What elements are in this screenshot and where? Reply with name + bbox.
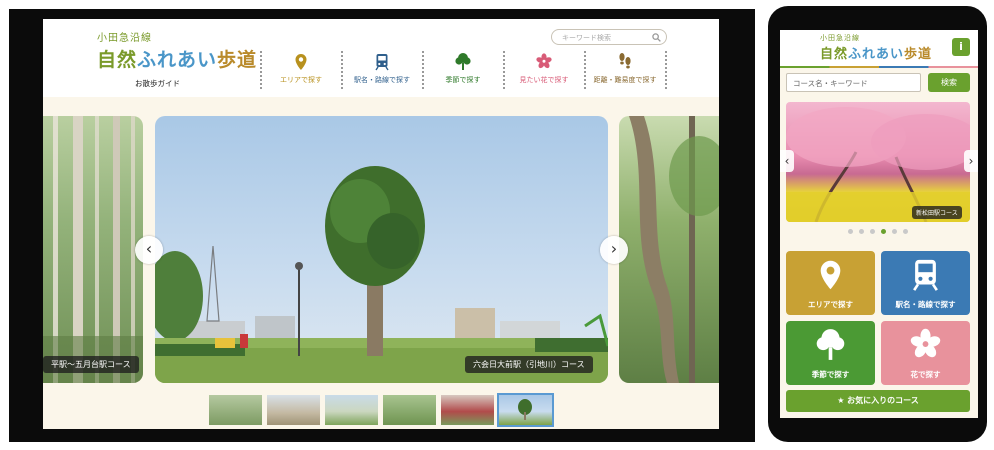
logo-subtitle: 小田急沿線 bbox=[820, 34, 860, 42]
map-pin-icon bbox=[295, 54, 307, 70]
forest-path-image bbox=[629, 116, 719, 383]
carousel-prev-slide[interactable]: 平駅〜五月台駅コース bbox=[43, 116, 143, 383]
search-placeholder: キーワード検索 bbox=[562, 34, 611, 42]
carousel-dot[interactable] bbox=[892, 229, 897, 234]
slide-caption: 新松田駅コース bbox=[912, 206, 962, 219]
train-icon bbox=[375, 54, 389, 71]
nav-distance-search[interactable]: 距離・難易度で探す bbox=[585, 51, 665, 91]
nav-label: 距離・難易度で探す bbox=[593, 76, 657, 84]
mobile-screen: 小田急沿線 自然ふれあい歩道 i コース名・キーワード 検索 新松田駅コース ‹… bbox=[780, 30, 978, 418]
flower-icon bbox=[910, 328, 941, 358]
tile-station-search[interactable]: 駅名・路線で探す bbox=[881, 251, 970, 315]
star-icon: ★ bbox=[837, 396, 848, 405]
nav-separator bbox=[665, 51, 667, 89]
logo-text-a: 自然 bbox=[820, 47, 849, 62]
logo-text-b: ふれあい bbox=[848, 47, 905, 62]
tile-label: エリアで探す bbox=[808, 300, 853, 309]
logo-subtitle: 小田急沿線 bbox=[97, 33, 152, 44]
nav-label: 季節で探す bbox=[445, 76, 481, 84]
tile-season-search[interactable]: 季節で探す bbox=[786, 321, 875, 385]
tile-label: 花で探す bbox=[910, 370, 941, 379]
carousel-next-button[interactable]: › bbox=[600, 236, 628, 264]
nav-station-search[interactable]: 駅名・路線で探す bbox=[342, 51, 422, 91]
carousel-thumbnail[interactable] bbox=[325, 395, 378, 425]
mobile-prev-button[interactable]: ‹ bbox=[780, 150, 794, 172]
bamboo-forest-image bbox=[43, 116, 143, 383]
search-icon[interactable] bbox=[652, 33, 661, 42]
footprints-icon bbox=[619, 53, 631, 69]
tile-area-search[interactable]: エリアで探す bbox=[786, 251, 875, 315]
mobile-logo[interactable]: 小田急沿線 自然ふれあい歩道 bbox=[820, 33, 932, 62]
nav-flower-search[interactable]: 見たい花で探す bbox=[504, 51, 584, 91]
tree-icon bbox=[455, 53, 471, 70]
carousel-thumbnail-active[interactable] bbox=[497, 393, 554, 427]
mobile-next-button[interactable]: › bbox=[964, 150, 978, 172]
train-icon bbox=[913, 259, 938, 291]
map-pin-icon bbox=[820, 260, 841, 290]
logo-text-c: 歩道 bbox=[904, 47, 933, 62]
big-tree-park-image bbox=[155, 166, 608, 383]
carousel-thumbnail[interactable] bbox=[383, 395, 436, 425]
header-color-stripe bbox=[780, 66, 978, 68]
carousel-thumbnail[interactable] bbox=[441, 395, 494, 425]
carousel-main-slide[interactable]: 六会日大前駅（引地川）コース bbox=[155, 116, 608, 383]
nav-label: 駅名・路線で探す bbox=[354, 76, 410, 84]
flower-icon bbox=[536, 53, 552, 69]
favorites-label: お気に入りのコース bbox=[847, 396, 919, 405]
carousel-dot[interactable] bbox=[870, 229, 875, 234]
carousel-dot[interactable] bbox=[903, 229, 908, 234]
site-header: 小田急沿線 自然ふれあい歩道 お散歩ガイド キーワード検索 エリアで探す 駅名・… bbox=[43, 19, 719, 97]
nav-area-search[interactable]: エリアで探す bbox=[261, 51, 341, 91]
nav-season-search[interactable]: 季節で探す bbox=[423, 51, 503, 91]
logo-text-b: ふれあい bbox=[137, 49, 218, 71]
carousel-thumbnail[interactable] bbox=[267, 395, 320, 425]
mobile-header: 小田急沿線 自然ふれあい歩道 i bbox=[780, 30, 978, 66]
carousel-dot[interactable] bbox=[859, 229, 864, 234]
favorite-courses-button[interactable]: ★ お気に入りのコース bbox=[786, 390, 970, 412]
search-placeholder: コース名・キーワード bbox=[793, 79, 868, 88]
carousel-prev-button[interactable]: ‹ bbox=[135, 236, 163, 264]
tile-flower-search[interactable]: 花で探す bbox=[881, 321, 970, 385]
keyword-search-input[interactable]: キーワード検索 bbox=[551, 29, 667, 45]
nav-label: エリアで探す bbox=[280, 76, 322, 84]
mobile-carousel-slide[interactable]: 新松田駅コース bbox=[786, 102, 970, 222]
nav-label: 見たい花で探す bbox=[519, 76, 569, 84]
logo-guide-text: お散歩ガイド bbox=[135, 79, 180, 88]
slide-caption: 六会日大前駅（引地川）コース bbox=[465, 356, 593, 373]
carousel-next-slide[interactable] bbox=[619, 116, 719, 383]
tile-label: 季節で探す bbox=[811, 370, 850, 379]
desktop-screen: 小田急沿線 自然ふれあい歩道 お散歩ガイド キーワード検索 エリアで探す 駅名・… bbox=[43, 19, 719, 429]
info-button[interactable]: i bbox=[952, 38, 970, 56]
carousel-dot[interactable] bbox=[848, 229, 853, 234]
course-search-input[interactable]: コース名・キーワード bbox=[786, 73, 921, 92]
cherry-blossom-image bbox=[786, 107, 970, 222]
tile-label: 駅名・路線で探す bbox=[895, 300, 956, 309]
carousel-thumbnail[interactable] bbox=[209, 395, 262, 425]
logo-text-a: 自然 bbox=[97, 49, 138, 71]
thumb-tree-icon bbox=[518, 399, 532, 420]
search-button[interactable]: 検索 bbox=[928, 73, 970, 92]
tree-icon bbox=[816, 329, 845, 360]
site-logo[interactable]: 小田急沿線 自然ふれあい歩道 お散歩ガイド bbox=[97, 29, 257, 89]
logo-text-c: 歩道 bbox=[217, 49, 258, 71]
carousel-dot-active[interactable] bbox=[881, 229, 886, 234]
slide-caption: 平駅〜五月台駅コース bbox=[43, 356, 139, 373]
